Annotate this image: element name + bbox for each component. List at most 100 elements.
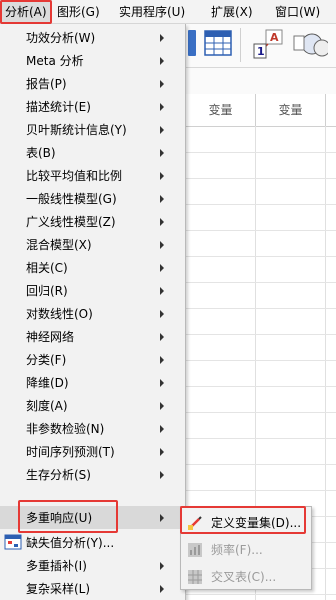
svg-text:A: A [270,31,279,44]
submenu-arrow-icon [160,584,164,593]
missing-values-icon [4,534,22,550]
submenu-arrow-icon [160,401,164,410]
submenu-arrow-icon [160,33,164,42]
multiple-response-submenu: 定义变量集(D)... 频率(F)... 交叉表(C)... [180,506,312,590]
submenu-item-label: 定义变量集(D)... [211,516,302,530]
submenu-arrow-icon [160,148,164,157]
submenu-arrow-icon [160,102,164,111]
menu-item-classify[interactable]: 分类(F) [0,348,185,371]
menu-item-tables[interactable]: 表(B) [0,141,185,164]
submenu-item-frequencies[interactable]: 频率(F)... [181,537,311,563]
menu-item-forecasting[interactable]: 时间序列预测(T) [0,440,185,463]
menu-item-scale[interactable]: 刻度(A) [0,394,185,417]
submenu-arrow-icon [160,513,164,522]
menu-item-descriptive-statistics[interactable]: 描述统计(E) [0,95,185,118]
submenu-item-define-variable-sets[interactable]: 定义变量集(D)... [181,510,311,536]
menu-item-label: 广义线性模型(Z) [26,215,116,229]
grid-row-line [186,464,336,465]
submenu-arrow-icon [160,263,164,272]
menu-item-label: 混合模型(X) [26,238,92,252]
grid-row-line [186,360,336,361]
grid-row-line [186,412,336,413]
menu-item-correlate[interactable]: 相关(C) [0,256,185,279]
submenu-arrow-icon [160,309,164,318]
menu-item-generalized-linear-models[interactable]: 广义线性模型(Z) [0,210,185,233]
menu-item-loglinear[interactable]: 对数线性(O) [0,302,185,325]
menu-item-label: Meta 分析 [26,54,84,68]
menu-item-label: 多重响应(U) [26,511,93,525]
frequencies-icon [188,543,202,557]
partial-toolbar-icon[interactable] [188,30,196,56]
menu-item-missing-value-analysis[interactable]: 缺失值分析(Y)... [0,531,185,554]
analyze-menu: 功效分析(W) Meta 分析 报告(P) 描述统计(E) 贝叶斯统计信息(Y)… [0,24,186,600]
menu-item-bayesian-statistics[interactable]: 贝叶斯统计信息(Y) [0,118,185,141]
data-grid-icon[interactable] [204,30,232,56]
menu-item-complex-samples[interactable]: 复杂采样(L) [0,577,185,600]
menu-item-power-analysis[interactable]: 功效分析(W) [0,26,185,49]
submenu-arrow-icon [160,378,164,387]
menu-item-dimension-reduction[interactable]: 降维(D) [0,371,185,394]
menu-item-general-linear-model[interactable]: 一般线性模型(G) [0,187,185,210]
submenu-arrow-icon [160,217,164,226]
menu-item-label: 刻度(A) [26,399,68,413]
menu-item-label: 时间序列预测(T) [26,445,115,459]
menu-window[interactable]: 窗口(W) [270,0,336,24]
submenu-arrow-icon [160,424,164,433]
menu-extensions[interactable]: 扩展(X) [206,0,270,24]
submenu-arrow-icon [160,561,164,570]
submenu-arrow-icon [160,240,164,249]
submenu-arrow-icon [160,355,164,364]
submenu-arrow-icon [160,332,164,341]
menu-item-label: 比较平均值和比例 [26,169,123,183]
menu-item-label: 一般线性模型(G) [26,192,117,206]
menu-item-label: 对数线性(O) [26,307,93,321]
svg-text:1: 1 [257,45,265,58]
crosstabs-icon [188,570,202,584]
menu-item-label: 相关(C) [26,261,68,275]
menu-item-survival[interactable]: 生存分析(S) [0,463,185,486]
grid-row-line [186,438,336,439]
menu-item-label: 生存分析(S) [26,468,91,482]
menu-item-compare-means[interactable]: 比较平均值和比例 [0,164,185,187]
grid-row-line [186,256,336,257]
define-sets-icon [188,516,202,530]
menu-item-reports[interactable]: 报告(P) [0,72,185,95]
grid-row-line [186,386,336,387]
menu-item-label: 报告(P) [26,77,67,91]
submenu-arrow-icon [160,194,164,203]
menu-analyze[interactable]: 分析(A) [0,0,52,24]
grid-row-line [186,178,336,179]
submenu-arrow-icon [160,56,164,65]
column-header-variable[interactable]: 变量 [256,94,326,126]
submenu-item-crosstabs[interactable]: 交叉表(C)... [181,564,311,590]
menu-utilities[interactable]: 实用程序(U) [114,0,206,24]
grid-row-line [186,308,336,309]
menu-item-mixed-models[interactable]: 混合模型(X) [0,233,185,256]
submenu-arrow-icon [160,171,164,180]
grid-column-line [325,126,326,600]
variable-sets-icon[interactable] [292,30,328,58]
menu-item-meta-analysis[interactable]: Meta 分析 [0,49,185,72]
menu-item-multiple-imputation[interactable]: 多重插补(I) [0,554,185,577]
menu-item-label: 复杂采样(L) [26,582,91,596]
menu-item-label: 非参数检验(N) [26,422,105,436]
menu-item-label: 贝叶斯统计信息(Y) [26,123,127,137]
menu-item-label: 多重插补(I) [26,559,87,573]
toolbar-divider [240,28,241,62]
menu-item-multiple-response[interactable]: 多重响应(U) [0,506,185,529]
grid-row-line [186,490,336,491]
column-header-variable[interactable]: 变量 [186,94,256,126]
menubar: 分析(A) 图形(G) 实用程序(U) 扩展(X) 窗口(W) [0,0,336,24]
menu-item-label: 分类(F) [26,353,67,367]
menu-item-nonparametric-tests[interactable]: 非参数检验(N) [0,417,185,440]
submenu-arrow-icon [160,125,164,134]
menu-item-label: 功效分析(W) [26,31,96,45]
menu-graphs[interactable]: 图形(G) [52,0,114,24]
menu-item-regression[interactable]: 回归(R) [0,279,185,302]
menu-item-label: 回归(R) [26,284,68,298]
value-labels-icon[interactable]: A 1 [252,28,286,60]
grid-row-line [186,230,336,231]
menu-item-neural-networks[interactable]: 神经网络 [0,325,185,348]
submenu-arrow-icon [160,79,164,88]
menu-item-label: 降维(D) [26,376,69,390]
